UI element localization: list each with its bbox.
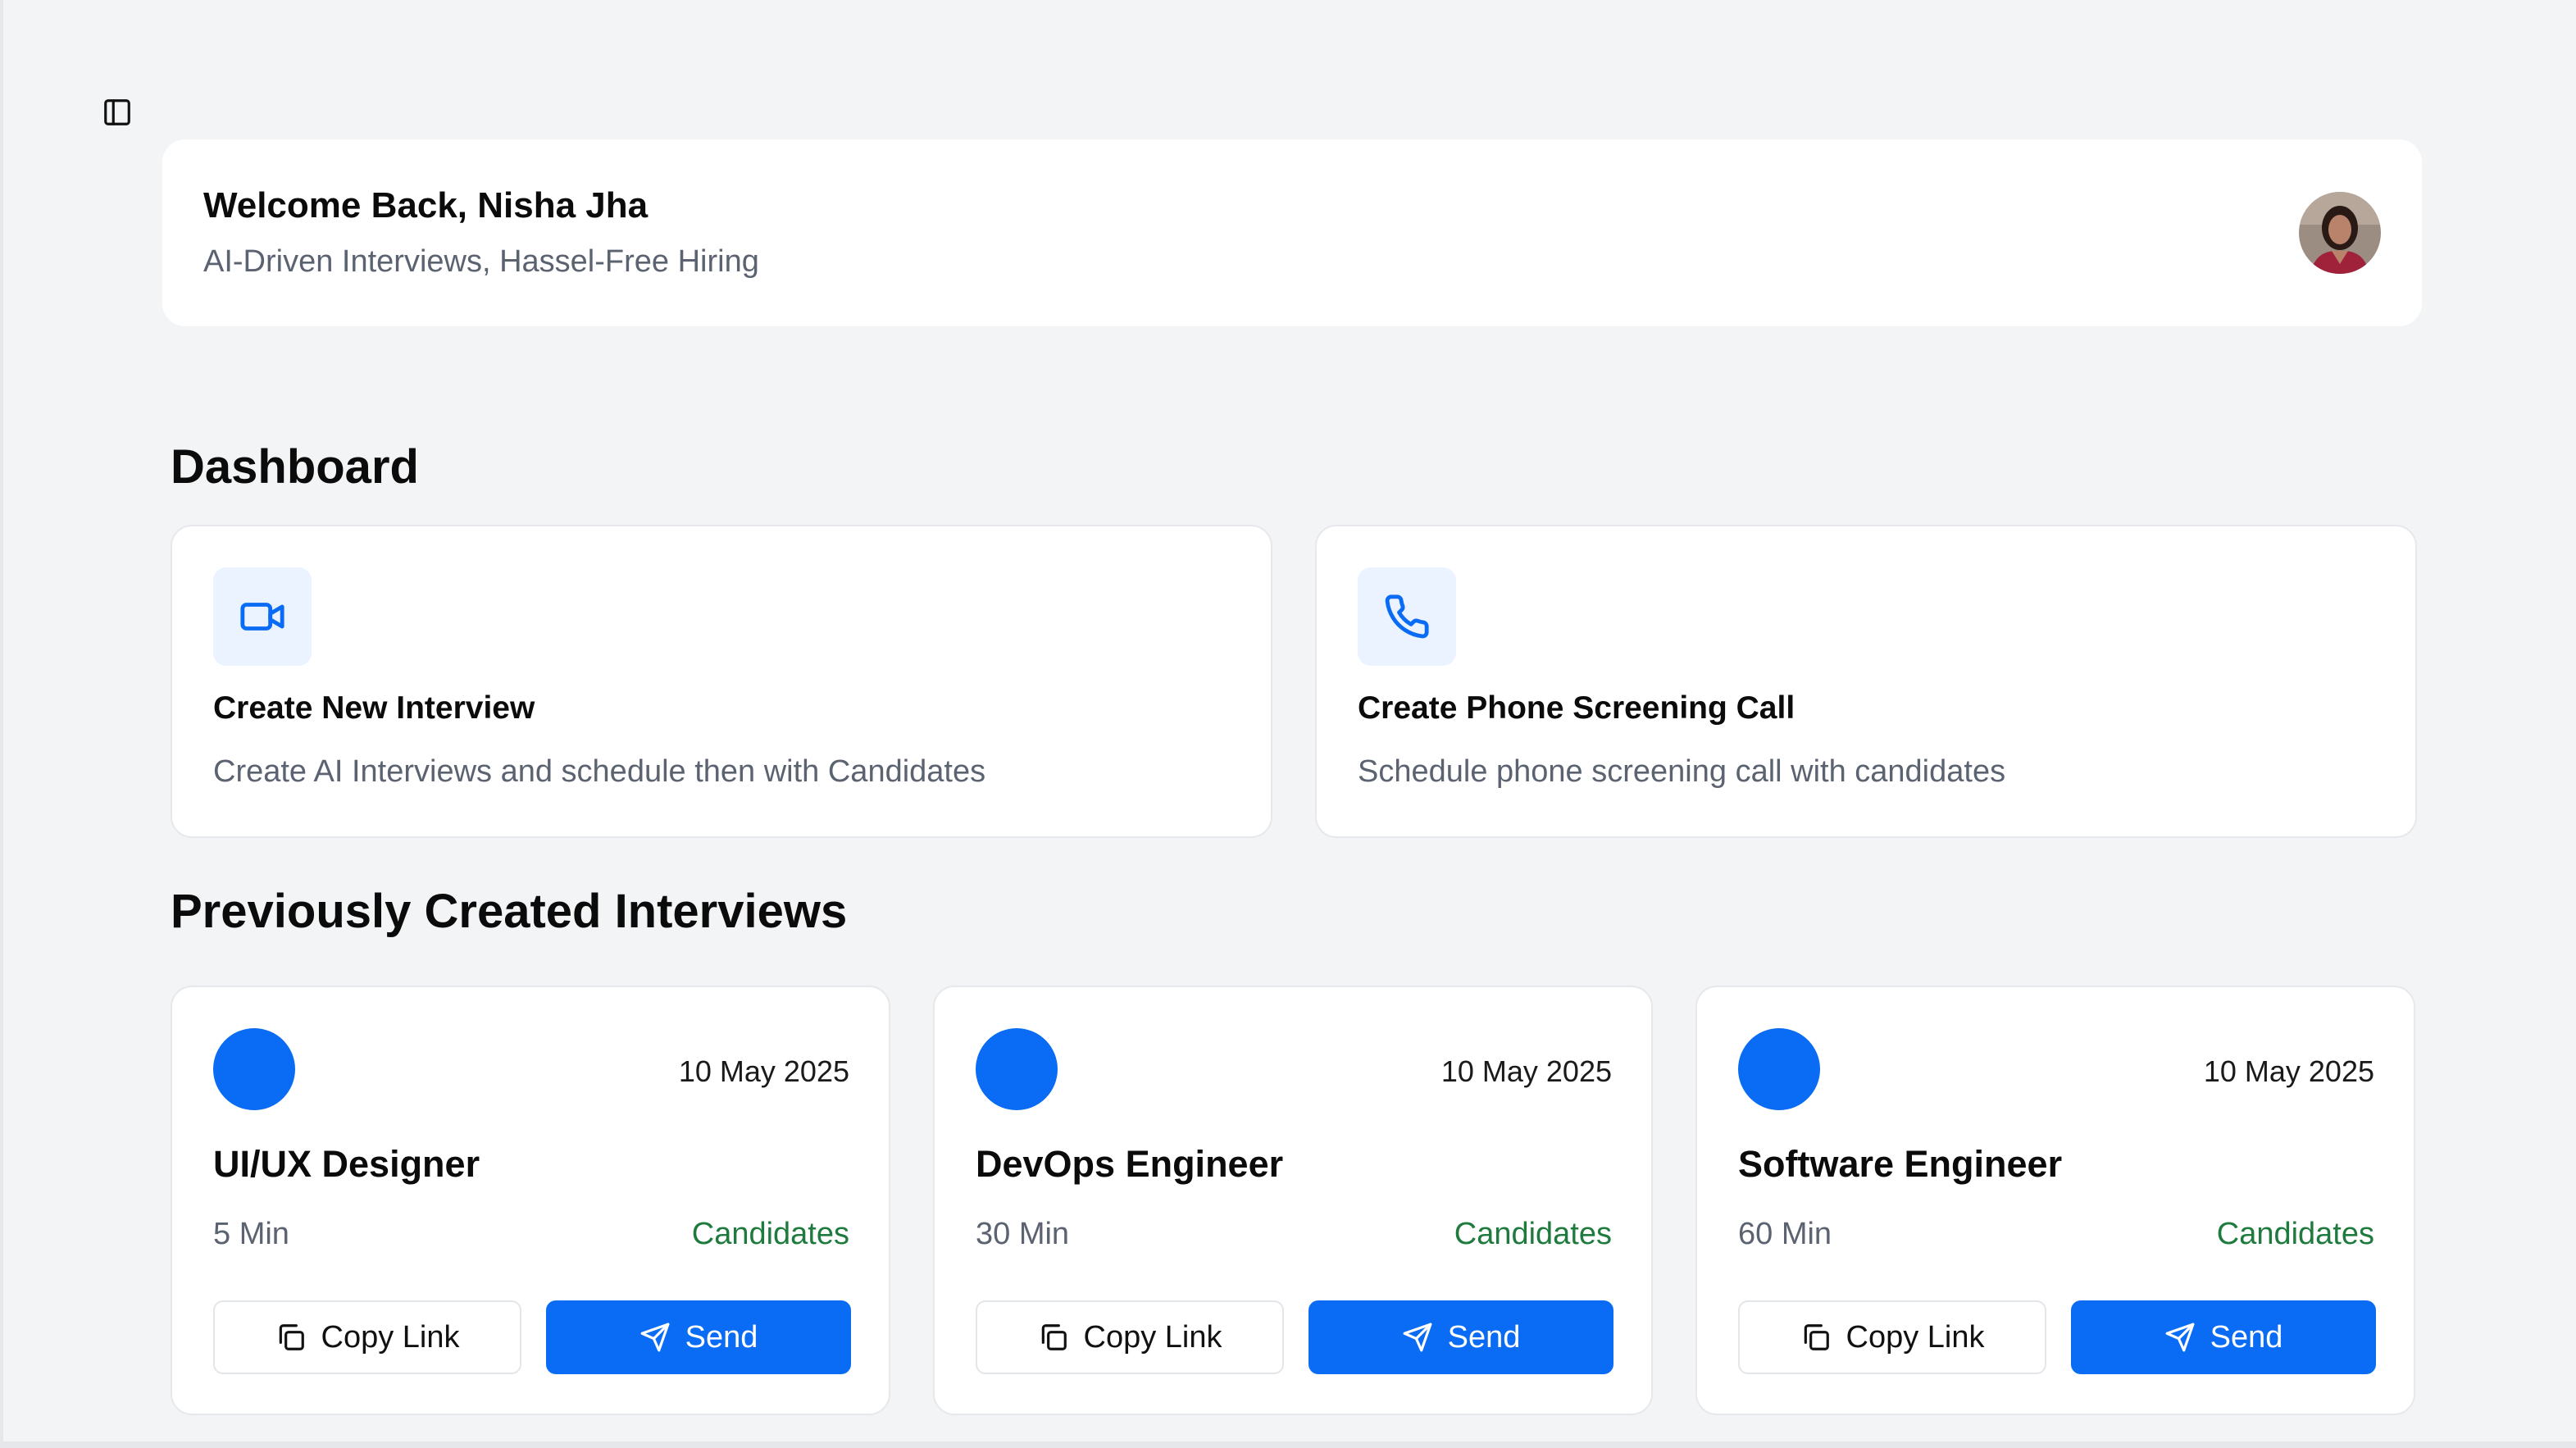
sidebar-toggle-button[interactable] [97, 92, 138, 133]
sidebar-panel-icon [104, 99, 130, 125]
create-new-interview-card[interactable]: Create New Interview Create AI Interview… [171, 525, 1272, 838]
bottom-border [0, 1441, 2576, 1448]
interview-avatar-dot [976, 1028, 1058, 1110]
candidates-link[interactable]: Candidates [692, 1217, 849, 1252]
phone-icon-tile [1358, 567, 1456, 666]
send-icon [2165, 1323, 2195, 1352]
action-description: Create AI Interviews and schedule then w… [213, 754, 986, 789]
video-icon-tile [213, 567, 312, 666]
send-button[interactable]: Send [546, 1300, 851, 1374]
copy-link-label: Copy Link [1846, 1319, 1985, 1355]
welcome-subtitle: AI-Driven Interviews, Hassel-Free Hiring [203, 244, 759, 279]
candidates-link[interactable]: Candidates [1454, 1217, 1612, 1252]
create-phone-screening-card[interactable]: Create Phone Screening Call Schedule pho… [1315, 525, 2417, 838]
copy-link-button[interactable]: Copy Link [1738, 1300, 2046, 1374]
user-avatar-icon [2299, 192, 2381, 274]
action-description: Schedule phone screening call with candi… [1358, 754, 2006, 789]
interview-card: 10 May 2025 Software Engineer 60 Min Can… [1695, 986, 2415, 1415]
interview-role: UI/UX Designer [213, 1143, 480, 1185]
copy-icon [1041, 1324, 1067, 1350]
interview-date: 10 May 2025 [2203, 1054, 2374, 1088]
interview-date: 10 May 2025 [678, 1054, 849, 1088]
send-button[interactable]: Send [2071, 1300, 2376, 1374]
copy-icon [1804, 1324, 1829, 1350]
send-button[interactable]: Send [1308, 1300, 1613, 1374]
dashboard-title: Dashboard [171, 440, 419, 494]
send-icon [640, 1323, 670, 1352]
send-label: Send [2210, 1319, 2283, 1355]
previous-interviews-title: Previously Created Interviews [171, 885, 848, 938]
avatar[interactable] [2299, 192, 2381, 274]
action-title: Create Phone Screening Call [1358, 690, 1795, 726]
video-camera-icon [240, 603, 284, 631]
interview-avatar-dot [1738, 1028, 1820, 1110]
candidates-link[interactable]: Candidates [2217, 1217, 2374, 1252]
interview-card: 10 May 2025 DevOps Engineer 30 Min Candi… [933, 986, 1653, 1415]
phone-icon [1385, 594, 1429, 639]
action-title: Create New Interview [213, 690, 535, 726]
interview-role: DevOps Engineer [976, 1143, 1284, 1185]
page: Welcome Back, Nisha Jha AI-Driven Interv… [0, 0, 2576, 1448]
interview-date: 10 May 2025 [1440, 1054, 1612, 1088]
interview-duration: 60 Min [1738, 1217, 1832, 1251]
welcome-title: Welcome Back, Nisha Jha [203, 185, 649, 225]
send-label: Send [1447, 1319, 1521, 1355]
interview-card: 10 May 2025 UI/UX Designer 5 Min Candida… [171, 986, 890, 1415]
copy-link-label: Copy Link [321, 1319, 460, 1355]
copy-icon [279, 1324, 304, 1350]
interview-avatar-dot [213, 1028, 295, 1110]
left-border [0, 0, 3, 1448]
copy-link-label: Copy Link [1083, 1319, 1222, 1355]
interview-role: Software Engineer [1738, 1143, 2063, 1185]
send-label: Send [685, 1319, 758, 1355]
interview-duration: 5 Min [213, 1217, 289, 1251]
copy-link-button[interactable]: Copy Link [213, 1300, 521, 1374]
copy-link-button[interactable]: Copy Link [976, 1300, 1284, 1374]
send-icon [1403, 1323, 1432, 1352]
welcome-card: Welcome Back, Nisha Jha AI-Driven Interv… [162, 139, 2422, 326]
interview-duration: 30 Min [976, 1217, 1070, 1251]
